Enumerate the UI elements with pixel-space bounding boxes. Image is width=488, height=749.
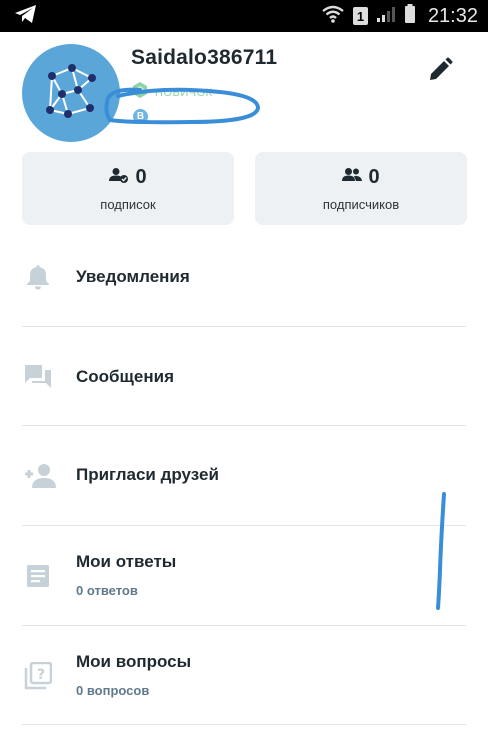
followers-card[interactable]: 0 подписчиков [255,152,467,225]
messages-label: Сообщения [76,367,174,386]
following-count-row: 0 [22,166,234,189]
bell-icon [24,263,52,291]
following-count: 0 [135,166,147,188]
users-icon [342,167,363,188]
menu-divider [22,724,466,725]
battery-icon [404,3,416,29]
status-bar-left [14,4,38,29]
questions-count: 0 вопросов [76,683,150,698]
my-questions-label: Мои вопросы [76,652,192,671]
chat-icon [24,363,52,391]
menu-item-my-answers[interactable]: Мои ответы 0 ответов [0,526,488,625]
telegram-icon [14,4,38,29]
menu-item-invite-friends[interactable]: Пригласи друзей [0,426,488,525]
status-time: 21:32 [427,4,478,27]
edit-profile-button[interactable] [424,54,456,86]
add-user-icon [24,462,56,490]
question-icon: ? [24,662,52,690]
menu-item-notifications[interactable]: Уведомления [0,228,488,327]
following-card[interactable]: 0 подписок [22,152,234,225]
sim-icon: 1 [352,7,368,25]
username: Saidalo386711 [131,46,278,69]
followers-label: подписчиков [322,197,400,212]
svg-text:?: ? [37,667,45,683]
notifications-label: Уведомления [76,267,190,286]
signal-icon [376,5,396,28]
wifi-icon [321,4,345,29]
followers-count: 0 [368,166,380,188]
invite-friends-label: Пригласи друзей [76,465,219,484]
network-avatar-icon [46,64,96,118]
pen-stroke-annotation [436,492,446,610]
profile-header: Saidalo386711 НОВИЧОК B [0,32,488,150]
following-label: подписок [100,197,156,212]
status-bar-right: 1 21:32 [321,3,478,29]
pen-scribble-annotation [104,87,261,125]
followers-count-row: 0 [255,166,467,189]
pencil-icon [430,57,453,80]
answers-count: 0 ответов [76,583,138,598]
status-bar: 1 21:32 [0,0,488,32]
menu-item-messages[interactable]: Сообщения [0,327,488,426]
document-icon [24,562,52,590]
user-check-icon [109,167,129,188]
menu-item-my-questions[interactable]: ? Мои вопросы 0 вопросов [0,626,488,725]
my-answers-label: Мои ответы [76,552,177,571]
